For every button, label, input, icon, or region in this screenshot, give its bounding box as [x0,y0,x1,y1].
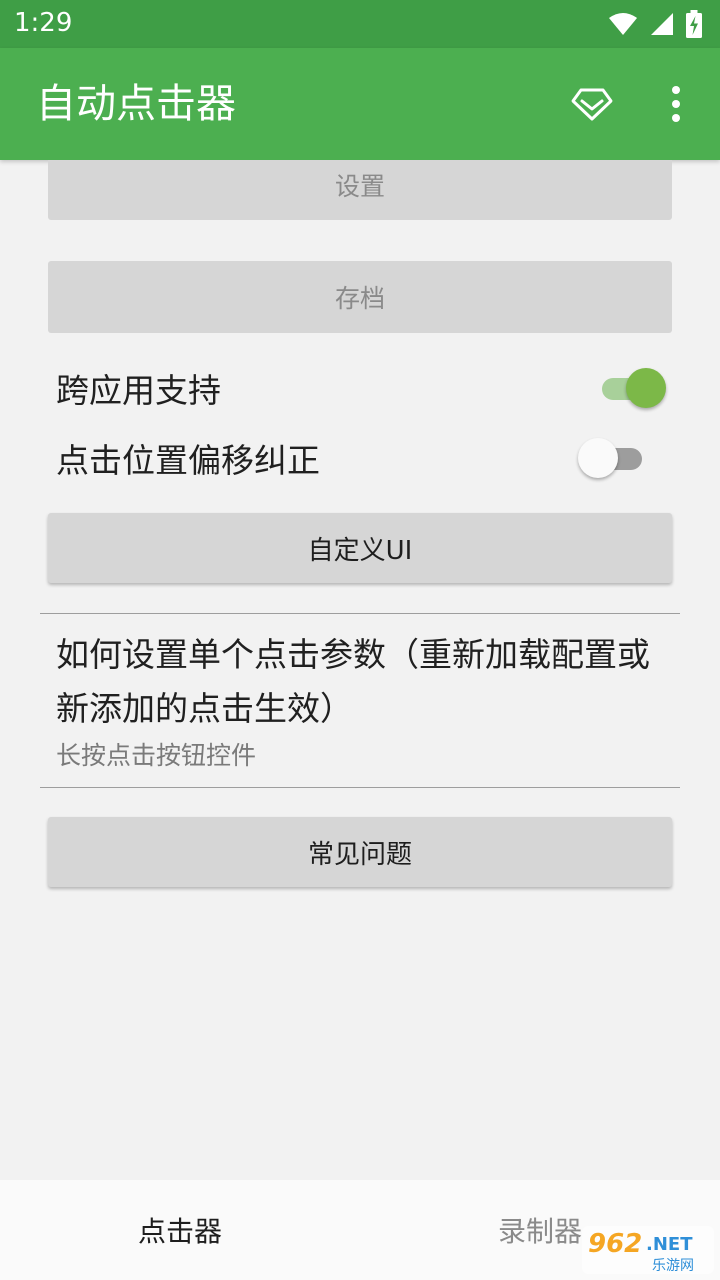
more-vert-icon[interactable] [660,82,692,126]
toggle-row-offset[interactable]: 点击位置偏移纠正 [56,428,666,488]
main-content: 设置 存档 跨应用支持 点击位置偏移纠正 自定义UI 如何设置单个点击参数（重新… [0,160,720,1180]
offset-correction-switch[interactable] [578,438,648,478]
diamond-icon[interactable] [570,82,614,126]
toggle-row-cross-app[interactable]: 跨应用支持 [56,358,666,418]
app-bar: 自动点击器 [0,48,720,160]
toggle-label-cross-app: 跨应用支持 [56,371,221,410]
custom-ui-button[interactable]: 自定义UI [48,513,672,583]
svg-text:乐游网: 乐游网 [652,1258,694,1274]
toggle-label-offset: 点击位置偏移纠正 [56,441,320,480]
svg-text:.NET: .NET [646,1234,693,1255]
switch-thumb [578,438,618,478]
watermark-logo: 962 .NET 乐游网 [582,1226,714,1274]
svg-text:962: 962 [588,1229,642,1259]
settings-button[interactable]: 设置 [48,160,672,220]
divider-top [40,613,680,614]
cell-signal-icon [651,13,673,35]
status-time: 1:29 [14,8,73,38]
switch-thumb [626,368,666,408]
tab-clicker[interactable]: 点击器 [0,1180,360,1280]
app-title: 自动点击器 [36,81,236,127]
battery-icon [686,10,702,38]
cross-app-switch[interactable] [596,368,666,408]
faq-button[interactable]: 常见问题 [48,817,672,887]
help-subtitle: 长按点击按钮控件 [56,741,257,770]
divider-bottom [40,787,680,788]
wifi-icon [609,13,637,35]
archive-button[interactable]: 存档 [48,261,672,333]
help-title: 如何设置单个点击参数（重新加载配置或新添加的点击生效） [56,635,650,728]
status-bar: 1:29 [0,0,720,48]
status-icons [608,10,702,38]
